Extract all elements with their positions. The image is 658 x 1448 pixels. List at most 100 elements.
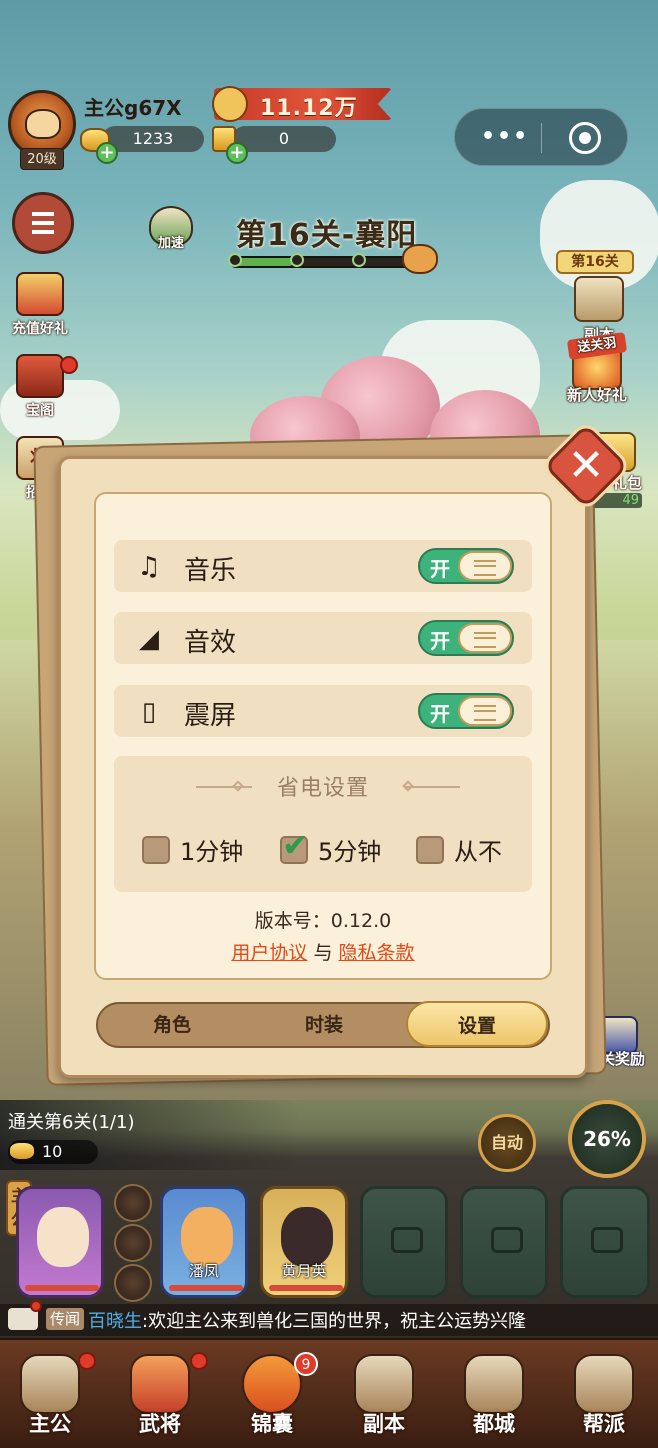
panel-tabs: 角色 时装 设置 xyxy=(96,1001,550,1048)
stage-progress xyxy=(228,253,420,268)
hero-name: 黄月英 xyxy=(281,1262,327,1280)
screen-shake-toggle[interactable]: 开 xyxy=(418,693,514,729)
gold-counter: 1233 xyxy=(102,126,204,152)
pavilion-icon xyxy=(16,354,64,398)
progress-node xyxy=(290,253,304,267)
close-icon[interactable]: ✕ xyxy=(566,440,606,492)
nav-dungeon-label: 副本 xyxy=(363,1412,405,1436)
notification-dot xyxy=(78,1352,96,1370)
hero-portrait xyxy=(181,1207,233,1267)
hero-slot-locked[interactable] xyxy=(560,1186,650,1298)
hero-slot-locked[interactable] xyxy=(360,1186,448,1298)
user-agreement-link[interactable]: 用户协议 xyxy=(231,942,307,964)
power-saving-option-never[interactable]: 从不 xyxy=(416,832,502,867)
hero-card-huangyueying[interactable]: 黄月英 xyxy=(260,1186,348,1298)
music-toggle[interactable]: 开 xyxy=(418,548,514,584)
recharge-gift-label: 充值好礼 xyxy=(12,321,68,337)
menu-icon xyxy=(32,212,54,234)
power-saving-title: 省电设置 xyxy=(276,776,369,801)
dungeon-stage-tag: 第16关 xyxy=(556,250,634,274)
progress-marker-icon xyxy=(402,244,438,274)
toggle-knob xyxy=(458,551,512,581)
nav-lord-label: 主公 xyxy=(29,1412,71,1436)
miniprogram-capsule: ••• xyxy=(454,108,628,166)
sfx-setting-row: ◢ 音效 开 xyxy=(114,612,532,664)
nav-generals-label: 武将 xyxy=(139,1412,181,1436)
progress-percent-button[interactable]: 26% xyxy=(568,1100,646,1178)
hero-card-lord[interactable] xyxy=(16,1186,104,1298)
music-toggle-state: 开 xyxy=(430,557,450,581)
hero-portrait xyxy=(281,1207,333,1267)
tab-settings[interactable]: 设置 xyxy=(406,1001,548,1047)
gift-box-icon xyxy=(16,272,64,316)
sound-effect-icon: ◢ xyxy=(139,624,159,654)
hero-name: 潘凤 xyxy=(188,1262,219,1280)
news-speaker: 百晓生 xyxy=(88,1311,142,1332)
recharge-gift-button[interactable]: 充值好礼 xyxy=(8,272,72,338)
nav-city-label: 都城 xyxy=(473,1412,515,1436)
option-label: 5分钟 xyxy=(318,838,382,866)
notification-dot xyxy=(30,1300,42,1312)
notification-dot xyxy=(190,1352,208,1370)
city-gate-icon xyxy=(464,1354,524,1414)
player-name: 主公g67X xyxy=(84,96,182,120)
skill-slot[interactable] xyxy=(114,1264,152,1302)
skill-slot[interactable] xyxy=(114,1224,152,1262)
hero-hp-bar xyxy=(25,1285,99,1291)
screen-shake-label: 震屏 xyxy=(184,701,237,731)
checkbox[interactable] xyxy=(416,835,444,864)
nav-guild-label: 帮派 xyxy=(583,1412,625,1436)
skill-slot[interactable] xyxy=(114,1184,152,1222)
checkbox-checked[interactable] xyxy=(280,826,309,864)
generals-icon xyxy=(130,1354,190,1414)
combat-power-icon xyxy=(212,86,248,122)
option-label: 从不 xyxy=(454,838,502,866)
screen-shake-toggle-state: 开 xyxy=(430,702,450,726)
nav-dungeon[interactable]: 副本 xyxy=(334,1354,434,1438)
clear-progress-text: 通关第6关(1/1) xyxy=(8,1112,135,1133)
token-counter: 0 xyxy=(232,126,336,152)
news-content: :欢迎主公来到兽化三国的世界，祝主公运势兴隆 xyxy=(142,1311,527,1332)
hero-portrait xyxy=(37,1207,89,1267)
pouch-icon xyxy=(242,1354,302,1414)
vibrate-icon: ▯ xyxy=(141,697,157,727)
bottom-nav: 主公 武将 锦囊 副本 都城 帮派 xyxy=(0,1338,658,1448)
hero-hp-bar xyxy=(269,1285,343,1291)
scroll-icon xyxy=(574,276,624,322)
privacy-link[interactable]: 隐私条款 xyxy=(339,942,415,964)
music-setting-row: ♫ 音乐 开 xyxy=(114,540,532,592)
tab-fashion[interactable]: 时装 xyxy=(248,1004,400,1046)
power-saving-option-5min[interactable]: 5分钟 xyxy=(280,826,382,867)
hero-card-panfeng[interactable]: 潘凤 xyxy=(160,1186,248,1298)
bag-badge: 9 xyxy=(294,1352,318,1376)
news-tag: 传闻 xyxy=(46,1308,85,1330)
nav-guild[interactable]: 帮派 xyxy=(554,1354,654,1438)
version-text: 版本号：0.12.0 xyxy=(254,910,392,932)
hero-slot-locked[interactable] xyxy=(460,1186,548,1298)
toggle-knob xyxy=(458,696,512,726)
sfx-toggle-state: 开 xyxy=(430,629,450,653)
progress-node xyxy=(352,253,366,267)
tab-role[interactable]: 角色 xyxy=(98,1004,246,1046)
lock-icon xyxy=(491,1227,523,1253)
more-options-icon[interactable]: ••• xyxy=(481,126,529,148)
notification-dot xyxy=(60,356,78,374)
and-text: 与 xyxy=(313,942,333,964)
newbie-gift-label: 新人好礼 xyxy=(566,386,627,404)
auto-battle-button[interactable]: 自动 xyxy=(478,1114,536,1172)
gold-ingot-icon xyxy=(10,1143,34,1159)
close-miniprogram-icon[interactable] xyxy=(569,122,601,154)
power-saving-section: 省电设置 1分钟 5分钟 从不 xyxy=(114,756,532,892)
power-saving-option-1min[interactable]: 1分钟 xyxy=(142,832,243,867)
speed-up-button[interactable]: 加速 xyxy=(140,206,202,251)
hero-hp-bar xyxy=(169,1285,243,1291)
option-label: 1分钟 xyxy=(180,838,244,866)
checkbox[interactable] xyxy=(142,835,170,864)
newbie-gift-button[interactable]: 送关羽 新人好礼 xyxy=(562,332,632,405)
nav-city[interactable]: 都城 xyxy=(444,1354,544,1438)
add-token-button[interactable]: + xyxy=(226,142,248,164)
sfx-toggle[interactable]: 开 xyxy=(418,620,514,656)
main-menu-button[interactable] xyxy=(12,192,74,254)
scroll-icon xyxy=(354,1354,414,1414)
add-gold-button[interactable]: + xyxy=(96,142,118,164)
